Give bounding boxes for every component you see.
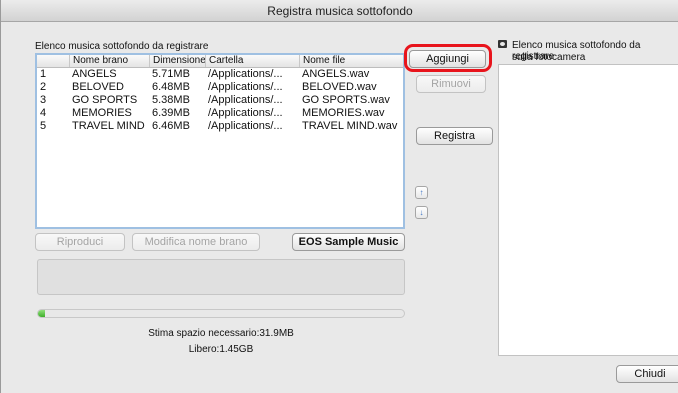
column-folder[interactable]: Cartella bbox=[205, 55, 299, 67]
close-button[interactable]: Chiudi bbox=[616, 365, 678, 383]
row-number: 4 bbox=[40, 107, 47, 119]
track-name: BELOVED bbox=[72, 81, 124, 93]
move-down-icon[interactable]: ↓ bbox=[415, 206, 428, 219]
register-button[interactable]: Registra bbox=[416, 127, 493, 145]
column-name[interactable]: Nome brano bbox=[69, 55, 149, 67]
music-list-label: Elenco musica sottofondo da registrare bbox=[35, 41, 209, 52]
track-size: 5.71MB bbox=[152, 68, 190, 80]
table-row[interactable]: 4 MEMORIES 6.39MB /Applications/... MEMO… bbox=[37, 108, 403, 119]
track-file: ANGELS.wav bbox=[302, 68, 370, 80]
row-number: 5 bbox=[40, 120, 47, 132]
progress-fill bbox=[38, 310, 46, 317]
music-list[interactable]: Nome brano Dimensione Cartella Nome file… bbox=[35, 53, 405, 229]
track-folder: /Applications/... bbox=[208, 107, 283, 119]
list-header: Nome brano Dimensione Cartella Nome file bbox=[37, 55, 403, 68]
track-folder: /Applications/... bbox=[208, 81, 283, 93]
rename-track-button[interactable]: Modifica nome brano bbox=[132, 233, 260, 251]
track-file: GO SPORTS.wav bbox=[302, 94, 390, 106]
track-name: ANGELS bbox=[72, 68, 117, 80]
play-button[interactable]: Riproduci bbox=[35, 233, 125, 251]
track-name: MEMORIES bbox=[72, 107, 132, 119]
track-folder: /Applications/... bbox=[208, 94, 283, 106]
track-file: MEMORIES.wav bbox=[302, 107, 385, 119]
camera-music-list[interactable] bbox=[498, 64, 678, 356]
dialog-window: Registra musica sottofondo Elenco musica… bbox=[0, 0, 678, 393]
track-name: TRAVEL MIND bbox=[72, 120, 145, 132]
camera-icon bbox=[498, 40, 507, 48]
track-size: 6.46MB bbox=[152, 120, 190, 132]
table-row[interactable]: 3 GO SPORTS 5.38MB /Applications/... GO … bbox=[37, 95, 403, 106]
playback-panel bbox=[37, 259, 405, 295]
track-folder: /Applications/... bbox=[208, 68, 283, 80]
column-number bbox=[37, 55, 69, 67]
space-needed-text: Stima spazio necessario:31.9MB bbox=[148, 328, 294, 339]
column-size[interactable]: Dimensione bbox=[149, 55, 206, 67]
progress-bar bbox=[37, 309, 405, 318]
remove-button[interactable]: Rimuovi bbox=[416, 75, 486, 93]
row-number: 1 bbox=[40, 68, 47, 80]
track-name: GO SPORTS bbox=[72, 94, 138, 106]
track-size: 6.39MB bbox=[152, 107, 190, 119]
add-button-highlight bbox=[404, 44, 492, 72]
eos-sample-music-button[interactable]: EOS Sample Music bbox=[292, 233, 405, 251]
track-size: 6.48MB bbox=[152, 81, 190, 93]
table-row[interactable]: 1 ANGELS 5.71MB /Applications/... ANGELS… bbox=[37, 69, 403, 80]
track-size: 5.38MB bbox=[152, 94, 190, 106]
row-number: 3 bbox=[40, 94, 47, 106]
column-filename[interactable]: Nome file bbox=[299, 55, 403, 67]
table-row[interactable]: 2 BELOVED 6.48MB /Applications/... BELOV… bbox=[37, 82, 403, 93]
window-title: Registra musica sottofondo bbox=[267, 4, 413, 18]
row-number: 2 bbox=[40, 81, 47, 93]
free-space-text: Libero:1.45GB bbox=[188, 344, 254, 355]
title-bar[interactable]: Registra musica sottofondo bbox=[1, 0, 678, 22]
track-file: BELOVED.wav bbox=[302, 81, 377, 93]
camera-list-label-line2: sulla fotocamera bbox=[512, 52, 586, 63]
track-folder: /Applications/... bbox=[208, 120, 283, 132]
table-row[interactable]: 5 TRAVEL MIND 6.46MB /Applications/... T… bbox=[37, 121, 403, 132]
track-file: TRAVEL MIND.wav bbox=[302, 120, 398, 132]
move-up-icon[interactable]: ↑ bbox=[415, 186, 428, 199]
